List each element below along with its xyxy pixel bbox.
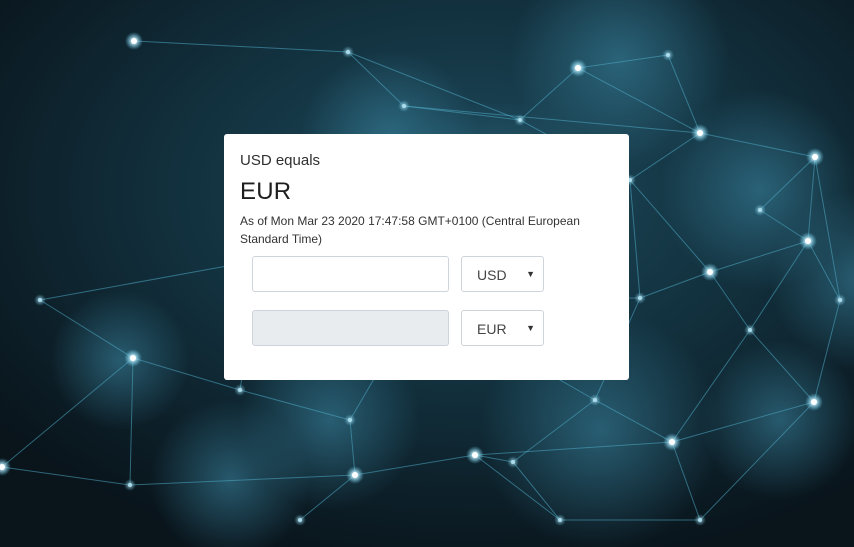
- chevron-down-icon: ▼: [526, 323, 535, 333]
- base-currency-subtitle: USD equals: [240, 152, 321, 169]
- network-node: [346, 50, 350, 54]
- network-node: [575, 65, 581, 71]
- chevron-down-icon: ▼: [526, 269, 535, 279]
- network-node: [811, 399, 817, 405]
- network-node: [812, 154, 818, 160]
- from-amount-input[interactable]: [252, 256, 449, 292]
- network-node: [666, 53, 670, 57]
- network-node: [38, 298, 42, 302]
- network-node: [805, 238, 811, 244]
- network-node: [352, 472, 358, 478]
- network-node: [698, 518, 702, 522]
- from-currency-value: USD: [477, 267, 507, 283]
- network-node: [638, 296, 642, 300]
- to-currency-select[interactable]: EUR ▼: [461, 310, 544, 346]
- converted-result: EUR: [240, 178, 292, 205]
- converter-card: USD equals EUR As of Mon Mar 23 2020 17:…: [224, 134, 629, 380]
- network-node: [130, 355, 136, 361]
- network-node: [402, 104, 406, 108]
- network-node: [697, 130, 703, 136]
- network-node: [558, 518, 562, 522]
- network-node: [593, 398, 597, 402]
- as-of-timestamp: As of Mon Mar 23 2020 17:47:58 GMT+0100 …: [240, 214, 580, 246]
- network-node: [838, 298, 842, 302]
- from-currency-select[interactable]: USD ▼: [461, 256, 544, 292]
- network-node: [518, 118, 522, 122]
- network-node: [748, 328, 752, 332]
- network-node: [472, 452, 478, 458]
- to-currency-value: EUR: [477, 321, 507, 337]
- network-node: [669, 439, 675, 445]
- network-node: [131, 38, 137, 44]
- network-node: [758, 208, 762, 212]
- to-amount-output: [252, 310, 449, 346]
- network-node: [348, 418, 352, 422]
- network-node: [707, 269, 713, 275]
- network-node: [128, 483, 132, 487]
- network-node: [238, 388, 242, 392]
- network-node: [298, 518, 302, 522]
- network-node: [511, 460, 515, 464]
